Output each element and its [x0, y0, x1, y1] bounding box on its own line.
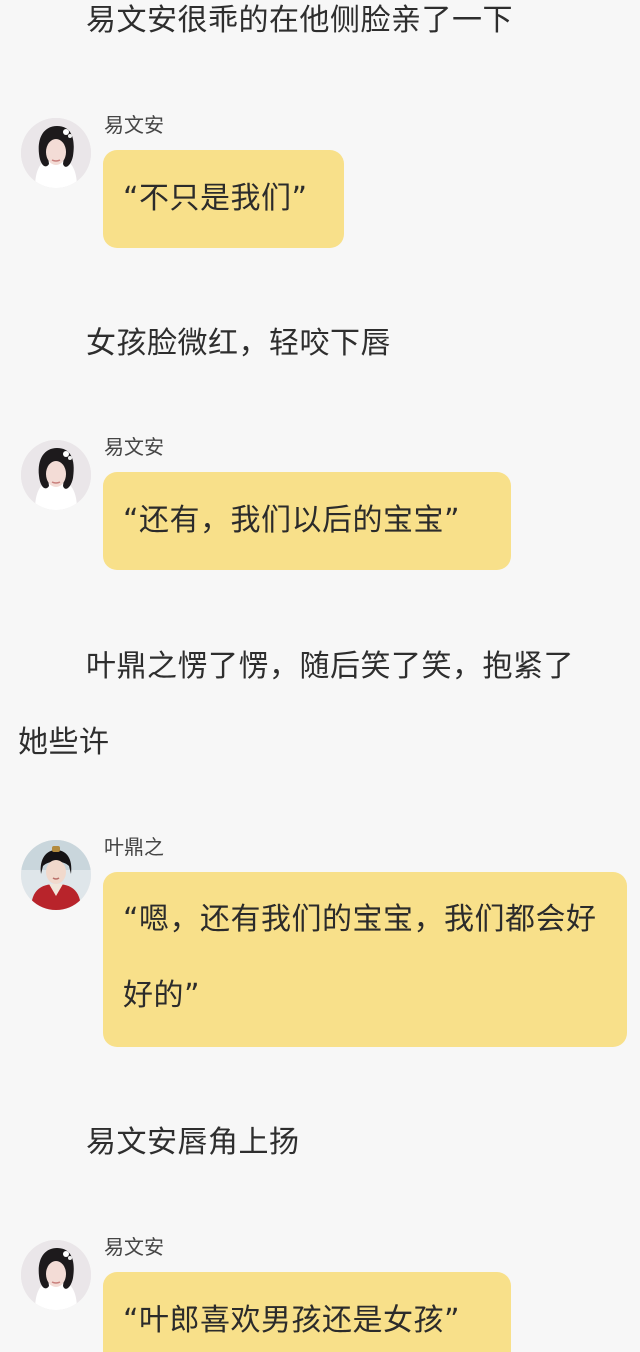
male-avatar[interactable] [21, 840, 91, 910]
narration-text: 易文安唇角上扬 [86, 1125, 300, 1160]
narration-line: 易文安很乖的在他侧脸亲了一下 [0, 0, 620, 60]
speaker-name: 易文安 [104, 435, 164, 459]
female-avatar-icon [21, 440, 91, 510]
message-bubble: “还有，我们以后的宝宝” [103, 472, 511, 570]
female-avatar[interactable] [21, 440, 91, 510]
narration-line: 她些许 [18, 704, 638, 782]
speaker-name: 易文安 [104, 113, 164, 137]
message-text: “嗯，还有我们的宝宝，我们都会好好的” [123, 902, 597, 1013]
narration-line: 叶鼎之愣了愣，随后笑了笑，抱紧了 [0, 628, 620, 706]
female-avatar[interactable] [21, 1240, 91, 1310]
female-avatar[interactable] [21, 118, 91, 188]
message-text: “叶郎喜欢男孩还是女孩” [123, 1303, 461, 1338]
narration-line: 女孩脸微红，轻咬下唇 [0, 305, 620, 383]
female-avatar-icon [21, 118, 91, 188]
message-bubble: “叶郎喜欢男孩还是女孩” [103, 1272, 511, 1352]
message-text: “还有，我们以后的宝宝” [123, 503, 461, 538]
narration-text: 叶鼎之愣了愣，随后笑了笑，抱紧了 [86, 649, 574, 684]
female-avatar-icon [21, 1240, 91, 1310]
narration-line: 易文安唇角上扬 [0, 1104, 620, 1182]
narration-text: 易文安很乖的在他侧脸亲了一下 [86, 3, 513, 38]
message-bubble: “嗯，还有我们的宝宝，我们都会好好的” [103, 872, 627, 1047]
message-text: “不只是我们” [123, 181, 308, 216]
narration-text: 女孩脸微红，轻咬下唇 [86, 326, 391, 361]
male-avatar-icon [21, 840, 91, 910]
narration-text: 她些许 [18, 725, 110, 760]
speaker-name: 叶鼎之 [104, 835, 164, 859]
message-bubble: “不只是我们” [103, 150, 344, 248]
speaker-name: 易文安 [104, 1235, 164, 1259]
